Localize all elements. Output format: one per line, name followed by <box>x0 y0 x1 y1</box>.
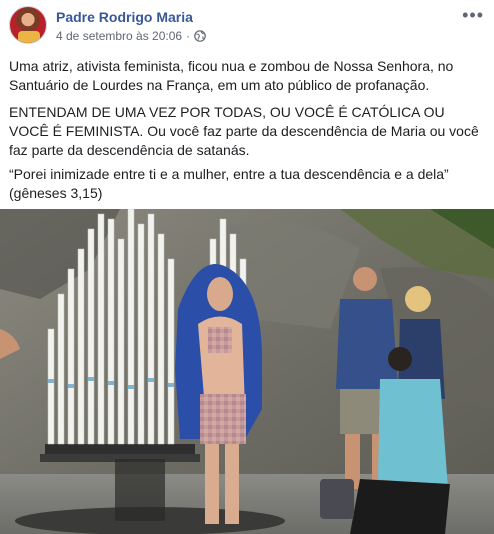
more-options-icon[interactable]: ••• <box>462 6 484 24</box>
post-header: Padre Rodrigo Maria 4 de setembro às 20:… <box>0 0 494 50</box>
post-timestamp[interactable]: 4 de setembro às 20:06 <box>56 29 182 43</box>
author-name-link[interactable]: Padre Rodrigo Maria <box>56 9 193 25</box>
post-meta: 4 de setembro às 20:06 · <box>56 29 206 43</box>
post-photo[interactable] <box>0 209 494 534</box>
post-paragraph-3: “Porei inimizade entre ti e a mulher, en… <box>9 166 449 201</box>
post-paragraph-2: ENTENDAM DE UMA VEZ POR TODAS, OU VOCÊ É… <box>9 104 479 158</box>
globe-icon[interactable] <box>194 30 206 42</box>
post-paragraph-1: Uma atriz, ativista feminista, ficou nua… <box>9 58 454 93</box>
post-text: Uma atriz, ativista feminista, ficou nua… <box>9 57 487 211</box>
author-avatar[interactable] <box>9 6 47 44</box>
meta-separator: · <box>186 29 191 43</box>
photo-scene <box>0 209 494 534</box>
